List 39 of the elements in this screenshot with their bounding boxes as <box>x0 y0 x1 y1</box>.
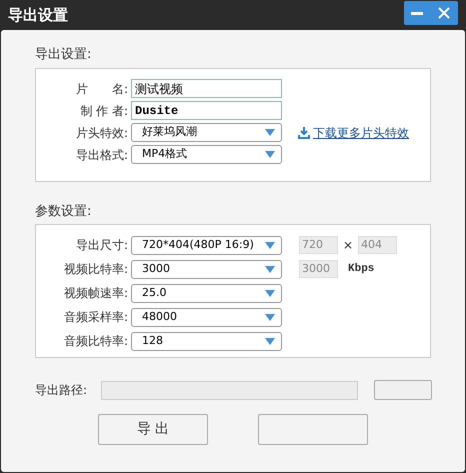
dropdown-arrow-icon <box>265 314 275 320</box>
section-title: 参数设置: <box>35 202 92 220</box>
text-field[interactable]: Dusite <box>131 101 282 120</box>
minimize-icon <box>411 12 423 14</box>
dropdown-arrow-icon <box>265 266 275 272</box>
field-label: 片 名: <box>74 80 129 98</box>
path-label: 导出路径: <box>35 382 88 399</box>
field-label: 片头特效: <box>74 124 129 142</box>
dropdown[interactable]: MP4格式 <box>131 145 282 164</box>
dropdown-arrow-icon <box>265 151 275 158</box>
download-link[interactable]: 下载更多片头特效 <box>298 124 409 142</box>
dropdown-arrow-icon <box>265 242 275 248</box>
dropdown[interactable]: 好莱坞风潮 <box>131 123 282 142</box>
dropdown[interactable]: 720*404(480P 16:9) <box>131 236 282 254</box>
dropdown[interactable]: 3000 <box>131 260 282 278</box>
times-sign: × <box>343 237 354 254</box>
dropdown-arrow-icon <box>265 129 275 136</box>
dropdown-arrow-icon <box>265 290 275 296</box>
dropdown-arrow-icon <box>265 338 275 344</box>
close-icon <box>438 7 450 19</box>
unit-label: Kbps <box>348 262 374 277</box>
field-label: 视频帧速率: <box>62 285 129 302</box>
field-label: 导出尺寸: <box>74 237 129 254</box>
window-title: 导出设置 <box>8 4 68 26</box>
browse-button[interactable] <box>374 380 432 400</box>
dropdown[interactable]: 128 <box>131 332 282 350</box>
field-label: 音频比特率: <box>62 333 129 350</box>
field-label: 制 作 者: <box>79 102 129 120</box>
field-label: 音频采样率: <box>62 309 129 326</box>
text-field[interactable]: 测试视频 <box>131 79 282 98</box>
dialog-button[interactable] <box>258 414 368 445</box>
dropdown[interactable]: 48000 <box>131 308 282 326</box>
dropdown[interactable]: 25.0 <box>131 284 282 302</box>
download-icon <box>298 126 310 138</box>
path-field[interactable] <box>101 380 358 400</box>
field-label: 导出格式: <box>74 146 129 164</box>
export-button[interactable]: 导 出 <box>98 414 208 445</box>
section-title: 导出设置: <box>35 46 92 64</box>
field-label: 视频比特率: <box>62 261 129 278</box>
